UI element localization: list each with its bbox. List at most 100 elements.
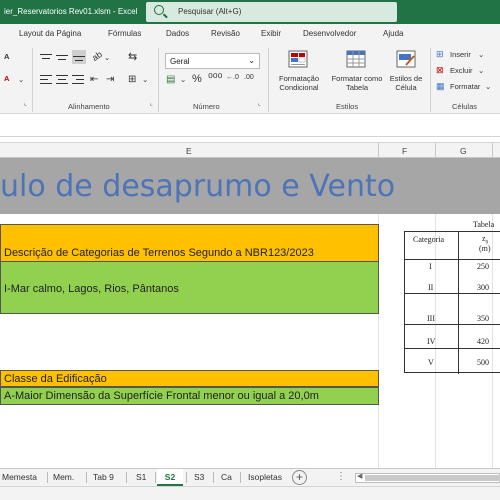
- conditional-formatting-label: Formatação Condicional: [278, 74, 320, 92]
- formula-bar[interactable]: [0, 115, 500, 137]
- add-sheet-icon[interactable]: +: [292, 470, 307, 485]
- wrap-text-icon[interactable]: ⇆: [128, 50, 137, 63]
- ribbon: A A ⌄ ⌞ ab ⌄ ⇆ ⇤ ⇥ ⊞ ⌄ Alinhamento ⌞ Ger…: [0, 44, 500, 114]
- status-bar: [0, 486, 500, 500]
- scrollbar-thumb[interactable]: [365, 475, 500, 481]
- search-box[interactable]: Pesquisar (Alt+G): [146, 2, 397, 22]
- ribbon-separator: [268, 48, 269, 112]
- insert-label: Inserir: [450, 50, 471, 59]
- align-bottom-icon[interactable]: [72, 50, 86, 64]
- font-color-icon[interactable]: A: [4, 74, 9, 83]
- comma-style-icon[interactable]: ⁰⁰⁰: [208, 71, 222, 85]
- insert-cells-icon: ⊞: [436, 49, 444, 59]
- orientation-icon[interactable]: ab: [90, 49, 104, 63]
- column-divider[interactable]: [378, 143, 379, 159]
- terrain-category-header-text: Descrição de Categorias de Terrenos Segu…: [4, 247, 314, 259]
- column-header-g[interactable]: G: [460, 146, 467, 156]
- column-divider[interactable]: [435, 143, 436, 159]
- window-title: ier_Reservatorios Rev01.xlsm - Excel: [4, 7, 138, 16]
- insert-dropdown-icon: ⌄: [478, 50, 485, 59]
- table-cell-z: 250: [477, 262, 489, 271]
- increase-decimal-icon[interactable]: ←.0: [226, 74, 239, 81]
- sheet-tab[interactable]: S1: [136, 469, 146, 486]
- group-label-number: Número: [193, 102, 220, 111]
- number-format-select[interactable]: Geral ⌄: [165, 53, 260, 69]
- format-dropdown-icon: ⌄: [485, 82, 492, 91]
- font-color-dropdown-icon[interactable]: ⌄: [18, 75, 24, 84]
- align-right-icon[interactable]: [72, 74, 84, 86]
- alignment-dialog-launcher-icon[interactable]: ⌞: [150, 100, 153, 107]
- table-divider: [405, 259, 500, 260]
- tab-review[interactable]: Revisão: [211, 29, 240, 38]
- tab-separator: [155, 472, 156, 483]
- table-header-category: Categoria: [413, 235, 445, 244]
- decrease-indent-icon[interactable]: ⇤: [90, 74, 98, 85]
- building-class-header[interactable]: Classe da Edificação: [0, 370, 379, 387]
- terrain-category-value[interactable]: I-Mar calmo, Lagos, Rios, Pântanos: [0, 261, 379, 314]
- format-cells-icon: ▦: [436, 81, 445, 91]
- column-header-f[interactable]: F: [402, 146, 407, 156]
- sheet-tab[interactable]: S3: [194, 469, 204, 486]
- sheet-tab[interactable]: Mem.: [53, 469, 74, 486]
- sheet-tab[interactable]: Memesta: [2, 469, 37, 486]
- font-dialog-launcher-icon[interactable]: ⌞: [24, 100, 27, 107]
- building-class-value-text: A-Maior Dimensão da Superfície Frontal m…: [4, 390, 319, 402]
- sheet-tab[interactable]: Tab 9: [93, 469, 114, 486]
- align-middle-icon[interactable]: [56, 52, 68, 64]
- worksheet-grid[interactable]: ulo de desaprumo e Vento Descrição de Ca…: [0, 158, 500, 468]
- number-dialog-launcher-icon[interactable]: ⌞: [258, 100, 261, 107]
- tab-help[interactable]: Ajuda: [383, 29, 403, 38]
- tab-separator: [86, 472, 87, 483]
- column-headers: E F G: [0, 142, 500, 159]
- table-cell-category: I: [429, 262, 432, 271]
- building-class-value[interactable]: A-Maior Dimensão da Superfície Frontal m…: [0, 387, 379, 405]
- orientation-dropdown-icon[interactable]: ⌄: [104, 53, 110, 62]
- number-format-value: Geral: [170, 57, 190, 66]
- column-header-e[interactable]: E: [186, 146, 192, 156]
- merge-dropdown-icon[interactable]: ⌄: [142, 75, 148, 84]
- search-icon: [154, 5, 164, 15]
- conditional-formatting-icon: [288, 50, 308, 68]
- tab-formulas[interactable]: Fórmulas: [108, 29, 141, 38]
- tab-page-layout[interactable]: Layout da Página: [19, 29, 81, 38]
- tab-data[interactable]: Dados: [166, 29, 189, 38]
- align-top-icon[interactable]: [40, 52, 52, 64]
- table-cell-category: IV: [427, 337, 436, 346]
- table-cell-category: II: [428, 283, 434, 292]
- title-banner[interactable]: ulo de desaprumo e Vento: [0, 158, 500, 214]
- decrease-decimal-icon[interactable]: .00: [244, 74, 254, 81]
- building-class-header-text: Classe da Edificação: [4, 373, 107, 385]
- tab-separator: [47, 472, 48, 483]
- align-left-icon[interactable]: [40, 74, 52, 86]
- align-center-icon[interactable]: [56, 74, 68, 86]
- terrain-category-header[interactable]: Descrição de Categorias de Terrenos Segu…: [0, 224, 379, 262]
- accounting-format-icon[interactable]: ▤: [166, 74, 175, 85]
- sheet-tab-active[interactable]: S2: [157, 469, 183, 486]
- scroll-left-icon[interactable]: ◀: [357, 472, 362, 480]
- delete-cells-icon: ⊠: [436, 65, 444, 75]
- tab-developer[interactable]: Desenvolvedor: [303, 29, 356, 38]
- chevron-down-icon: ⌄: [248, 56, 255, 65]
- table-cell-category: III: [427, 314, 435, 323]
- format-as-table-icon: [346, 50, 366, 68]
- font-size-decrease-icon[interactable]: A: [4, 52, 9, 61]
- sheet-tab[interactable]: Ca: [221, 469, 232, 486]
- accounting-dropdown-icon[interactable]: ⌄: [180, 75, 186, 84]
- increase-indent-icon[interactable]: ⇥: [106, 74, 114, 85]
- ribbon-separator: [158, 48, 159, 112]
- cell-styles-icon: [396, 50, 416, 68]
- terrain-roughness-table[interactable]: Categoria z0 (m) I 250 II 300 III 350 IV…: [404, 231, 500, 374]
- tab-separator: [126, 472, 127, 483]
- ribbon-tabs: Layout da Página Fórmulas Dados Revisão …: [0, 24, 500, 44]
- percent-style-icon[interactable]: %: [192, 73, 202, 85]
- merge-center-icon[interactable]: ⊞: [128, 74, 136, 85]
- column-divider[interactable]: [492, 143, 493, 159]
- more-options-icon[interactable]: ⋮: [336, 471, 346, 482]
- group-label-alignment: Alinhamento: [68, 102, 110, 111]
- tab-view[interactable]: Exibir: [261, 29, 281, 38]
- tab-separator: [213, 472, 214, 483]
- sheet-tab[interactable]: Isopletas: [248, 469, 282, 486]
- sheet-tabs-bar: Memesta Mem. Tab 9 S1 S2 S3 Ca Isopletas…: [0, 468, 500, 486]
- table-cell-z: 420: [477, 337, 489, 346]
- banner-title: ulo de desaprumo e Vento: [0, 169, 396, 204]
